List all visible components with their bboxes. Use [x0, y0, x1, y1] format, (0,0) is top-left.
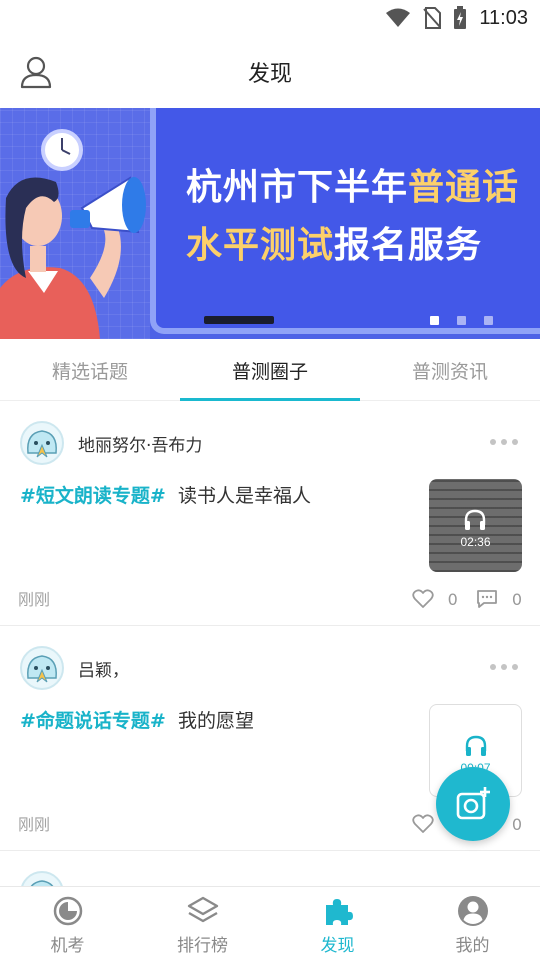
avatar[interactable] [20, 646, 64, 690]
post-username[interactable]: 吕颖， [78, 656, 129, 681]
post-topic-tag[interactable]: #短文朗读专题# [20, 485, 166, 507]
heart-icon[interactable] [411, 814, 434, 834]
like-count: 0 [447, 589, 458, 609]
bottom-nav: 机考 排行榜 发现 我的 [0, 886, 540, 960]
exam-clock-icon [53, 896, 82, 926]
banner-pencil [204, 316, 274, 324]
clock-time: 11:03 [479, 6, 528, 29]
audio-thumbnail[interactable]: 02:36 [429, 479, 522, 572]
post-stats: 0 0 [411, 589, 522, 609]
nav-item-discover[interactable]: 发现 [270, 887, 405, 960]
nav-item-label: 机考 [50, 936, 85, 956]
heart-icon[interactable] [411, 589, 434, 609]
headphones-icon [465, 735, 487, 756]
wall-clock-icon [41, 129, 83, 171]
no-sim-icon [423, 7, 442, 29]
headphones-icon [464, 509, 486, 530]
comment-count: 0 [511, 589, 522, 609]
avatar[interactable] [20, 421, 64, 465]
nav-item-label: 排行榜 [177, 936, 228, 956]
feed-post[interactable]: 地丽努尔·吾布力 #短文朗读专题# 读书人是幸福人 02:36 刚刚 0 0 [0, 401, 540, 626]
wifi-icon [386, 8, 411, 27]
nav-item-ranking[interactable]: 排行榜 [135, 887, 270, 960]
post-content[interactable]: #命题说话专题# 我的愿望 [20, 706, 254, 733]
battery-charging-icon [454, 6, 467, 29]
tab-test-circle[interactable]: 普测圈子 [180, 339, 360, 401]
carousel-dot[interactable] [457, 316, 466, 325]
post-time: 刚刚 [18, 815, 51, 834]
nav-item-label: 发现 [320, 936, 355, 956]
user-circle-icon [457, 896, 488, 926]
post-text: 读书人是幸福人 [177, 485, 311, 507]
mascot-avatar-icon [27, 430, 57, 458]
post-content[interactable]: #短文朗读专题# 读书人是幸福人 [20, 481, 311, 508]
post-username[interactable]: 地丽努尔·吾布力 [78, 431, 202, 456]
person-outline-icon[interactable] [18, 54, 54, 90]
nav-item-mine[interactable]: 我的 [405, 887, 540, 960]
woman-megaphone-illustration [0, 176, 146, 339]
create-post-button[interactable] [436, 767, 510, 841]
feed-tabs: 精选话题 普测圈子 普测资讯 [0, 339, 540, 401]
feed-post[interactable] [0, 851, 540, 891]
post-topic-tag[interactable]: #命题说话专题# [20, 710, 166, 732]
nav-item-exam[interactable]: 机考 [0, 887, 135, 960]
carousel-dot[interactable] [484, 316, 493, 325]
add-photo-icon [456, 787, 490, 820]
more-options-icon[interactable] [490, 664, 518, 670]
mascot-avatar-icon [27, 655, 57, 683]
tab-featured-topics[interactable]: 精选话题 [0, 339, 180, 401]
promo-banner[interactable]: 杭州市下半年普通话 水平测试报名服务 [0, 108, 540, 339]
comment-count: 0 [511, 814, 522, 834]
more-options-icon[interactable] [490, 439, 518, 445]
status-bar: 11:03 [0, 0, 540, 36]
banner-headline-line1: 杭州市下半年普通话 [186, 167, 520, 208]
carousel-indicator [430, 316, 493, 325]
layers-icon [187, 896, 218, 923]
post-time: 刚刚 [18, 590, 51, 609]
app-header: 发现 [0, 36, 540, 108]
post-text: 我的愿望 [177, 710, 254, 732]
banner-headline-line2: 水平测试报名服务 [186, 225, 483, 266]
nav-item-label: 我的 [455, 936, 490, 956]
page-title: 发现 [247, 62, 292, 87]
puzzle-icon [325, 899, 353, 925]
carousel-dot[interactable] [430, 316, 439, 325]
comment-icon[interactable] [476, 589, 498, 609]
tab-test-news[interactable]: 普测资讯 [360, 339, 540, 401]
audio-duration: 02:36 [460, 535, 491, 549]
